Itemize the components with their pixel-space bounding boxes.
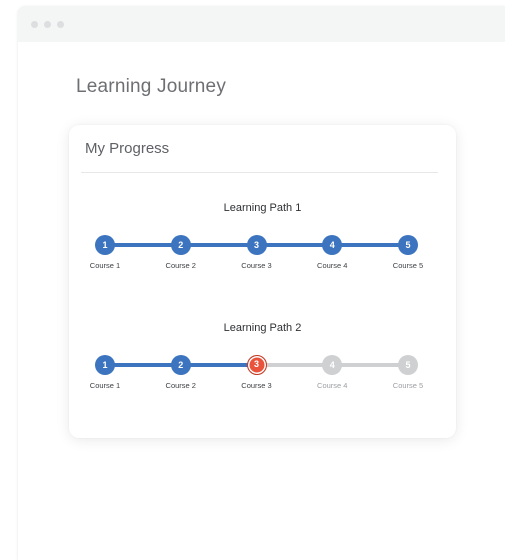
close-window-dot[interactable]: [31, 21, 38, 28]
page-viewport: Learning Journey My Progress Learning Pa…: [18, 42, 505, 560]
progress-line-segment: [332, 243, 408, 247]
course-step-node[interactable]: 1: [95, 355, 115, 375]
progress-track: 1 Course 1 2 Course 2 3 Course 3 4 Course 4 5 Cou…: [90, 235, 423, 270]
course-step-label: Course 3: [241, 381, 272, 390]
course-step-node[interactable]: 4: [322, 355, 343, 375]
course-step-label: Course 1: [89, 381, 121, 390]
progress-line-segment: [256, 363, 333, 367]
course-step-label: Course 1: [89, 261, 121, 270]
progress-card: My Progress Learning Path 1 1 Course 1 2 Co…: [69, 125, 456, 438]
progress-track: 1 Course 1 2 Course 2 3 Course 3 4 Course 4 5 Cou…: [90, 355, 423, 390]
browser-window: Learning Journey My Progress Learning Pa…: [18, 6, 505, 560]
course-step-label: Course 2: [165, 261, 196, 270]
progress-line-segment: [180, 363, 257, 367]
course-step-node[interactable]: 1: [95, 235, 115, 255]
course-step-label: Course 2: [165, 381, 196, 390]
course-step-node[interactable]: 4: [322, 235, 343, 255]
learning-path-title: Learning Path 2: [223, 322, 302, 334]
course-step-node[interactable]: 3: [246, 355, 267, 375]
card-title: My Progress: [85, 140, 170, 157]
window-controls: [31, 21, 64, 28]
progress-line-segment: [256, 243, 333, 247]
course-step-node[interactable]: 5: [398, 235, 418, 255]
course-step-node[interactable]: 5: [398, 355, 418, 375]
window-titlebar: [18, 6, 505, 42]
minimize-window-dot[interactable]: [44, 21, 51, 28]
course-step-label: Course 3: [241, 261, 272, 270]
maximize-window-dot[interactable]: [57, 21, 64, 28]
page-title: Learning Journey: [76, 76, 227, 97]
course-step-label: Course 4: [317, 381, 348, 390]
course-step-label: Course 5: [392, 261, 424, 270]
progress-line-segment: [180, 243, 257, 247]
progress-line-segment: [105, 363, 181, 367]
course-step-node[interactable]: 2: [170, 355, 191, 375]
card-divider: [81, 172, 438, 173]
progress-line-segment: [332, 363, 408, 367]
course-step-label: Course 4: [317, 261, 348, 270]
course-step-label: Course 5: [392, 381, 424, 390]
course-step-node[interactable]: 2: [170, 235, 191, 255]
progress-line-segment: [105, 243, 181, 247]
course-step-node[interactable]: 3: [246, 235, 267, 255]
learning-path-title: Learning Path 1: [223, 202, 302, 214]
